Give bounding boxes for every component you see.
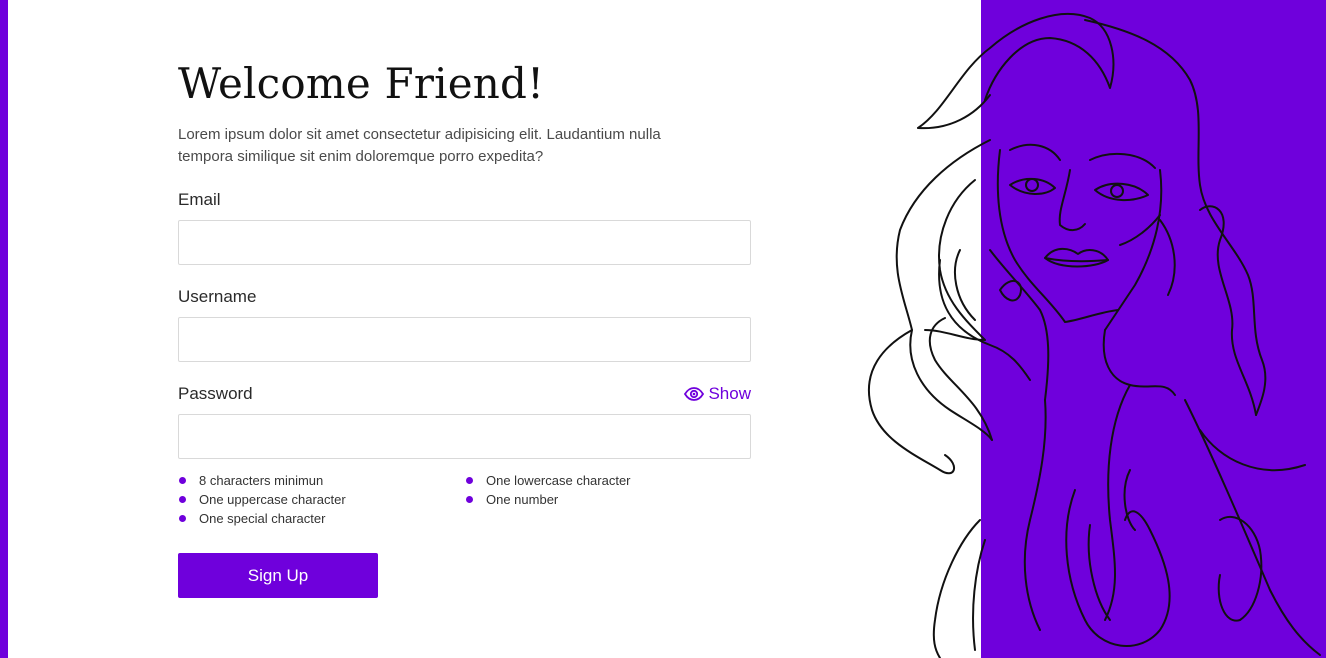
email-field-group: Email [178,188,751,265]
password-input[interactable] [178,414,751,459]
bullet-icon [466,495,473,503]
signup-form: Welcome Friend! Lorem ipsum dolor sit am… [178,58,751,598]
sign-up-button[interactable]: Sign Up [178,553,378,598]
requirement-label: One lowercase character [486,472,631,488]
password-requirements: 8 characters minimun One lowercase chara… [178,471,751,527]
bullet-icon [179,514,186,522]
page-subtitle: Lorem ipsum dolor sit amet consectetur a… [178,126,661,165]
username-label: Username [178,287,257,306]
requirement-label: 8 characters minimun [199,472,324,488]
requirement-label: One uppercase character [199,491,346,507]
left-accent-bar [0,0,8,658]
bullet-icon [466,476,473,484]
bullet-icon [179,476,186,484]
password-field-group: Password Show [178,382,751,459]
requirement-label: One number [486,491,559,507]
requirement-item: One uppercase character [178,490,465,508]
requirement-label: One special character [199,510,326,526]
requirement-item: One lowercase character [465,471,751,489]
show-password-label: Show [708,384,751,403]
email-input[interactable] [178,220,751,265]
signup-page: Welcome Friend! Lorem ipsum dolor sit am… [0,0,1326,658]
show-password-toggle[interactable]: Show [684,384,751,404]
password-label: Password [178,384,253,403]
woman-line-art-illustration [867,13,1321,658]
email-label: Email [178,190,221,209]
requirement-item: One special character [178,509,465,527]
bullet-icon [179,495,186,503]
username-field-group: Username [178,285,751,362]
page-title: Welcome Friend! [178,59,545,108]
eye-icon [684,387,705,401]
requirement-item: 8 characters minimun [178,471,465,489]
requirement-item: One number [465,490,751,508]
username-input[interactable] [178,317,751,362]
